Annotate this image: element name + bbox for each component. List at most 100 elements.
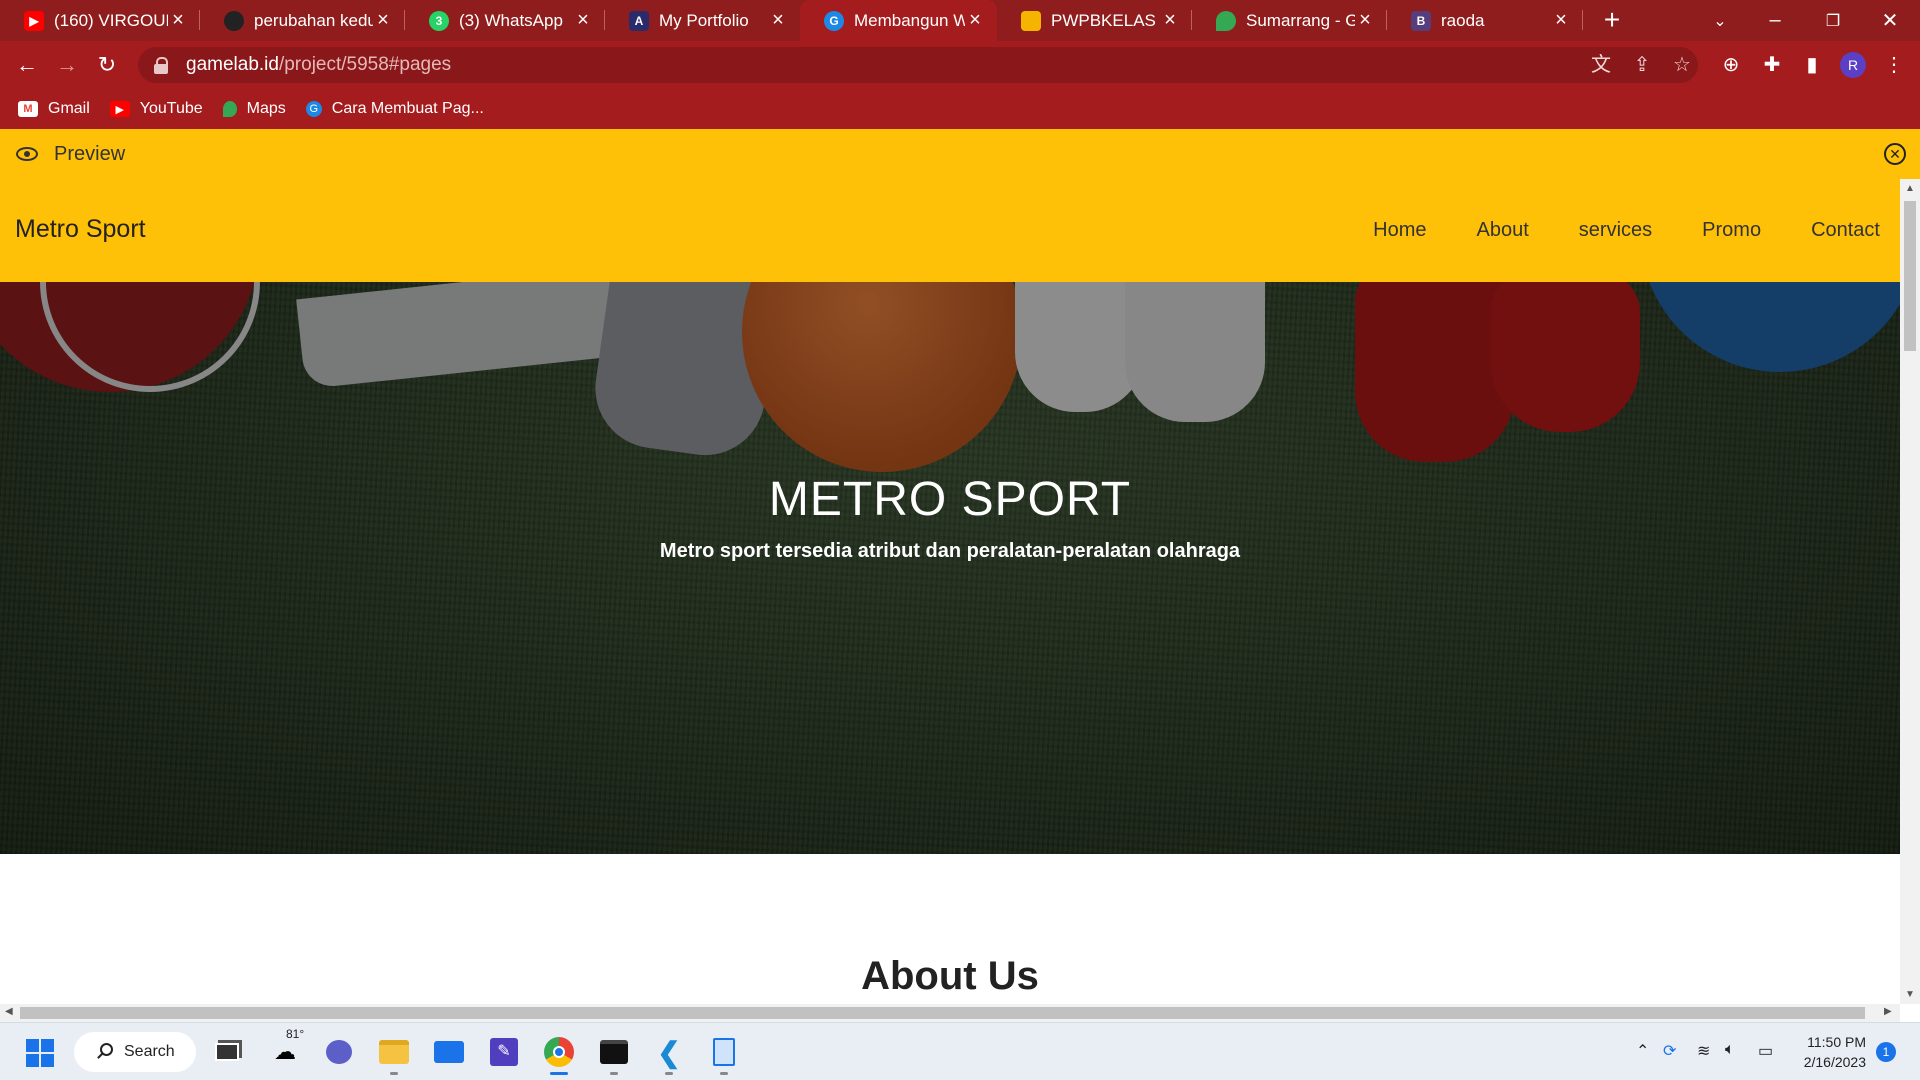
browser-tab-active[interactable]: G Membangun Wel × [800,0,997,41]
browser-tab-strip: ▶ (160) VIRGOUN - × perubahan kedua × 3 … [0,0,1920,41]
about-section: About Us [0,854,1900,1004]
nav-link-promo[interactable]: Promo [1702,219,1761,242]
kebab-menu-icon[interactable]: ⋮ [1878,49,1910,81]
puzzle-extensions-icon[interactable]: ✚ [1756,49,1788,81]
notepad-icon[interactable] [707,1035,741,1075]
site-brand[interactable]: Metro Sport [15,215,146,244]
tab-title: Sumarrang - Goo [1246,10,1355,30]
mail-icon[interactable] [432,1035,466,1069]
profile-avatar[interactable]: R [1840,52,1866,78]
vertical-scrollbar[interactable]: ▲ ▼ [1900,179,1920,1004]
preview-bar: Preview ✕ [0,129,1920,179]
youtube-icon: ▶ [109,101,130,117]
bookmark-star-icon[interactable]: ☆ [1667,50,1697,80]
tab-search-icon[interactable]: ⌄ [1690,0,1750,41]
search-label: Search [124,1043,175,1060]
weather-icon[interactable]: ☁ 81° [268,1027,304,1069]
nav-link-about[interactable]: About [1477,219,1529,242]
forward-arrow-icon[interactable]: → [51,49,83,81]
close-icon[interactable]: × [573,9,593,32]
close-preview-icon[interactable]: ✕ [1884,143,1906,165]
nav-link-contact[interactable]: Contact [1811,219,1880,242]
preview-label: Preview [54,142,126,165]
site-navbar: Metro Sport Home About services Promo Co… [0,179,1900,282]
browser-tab[interactable]: ▶ (160) VIRGOUN - × [0,0,200,41]
back-arrow-icon[interactable]: ← [11,49,43,81]
taskbar-search[interactable]: Search [74,1032,196,1072]
browser-tab[interactable]: PWPBKELAS XII R × [997,0,1192,41]
clock-time: 11:50 PM [1807,1034,1866,1050]
reload-icon[interactable]: ↻ [91,49,123,81]
browser-toolbar: ← → ↻ gamelab.id/project/5958#pages 文 ⇪ … [0,41,1920,89]
horizontal-scrollbar[interactable]: ◀ ▶ [0,1004,1900,1022]
teams-chat-icon[interactable] [322,1035,356,1069]
share-icon[interactable]: ⇪ [1627,50,1657,80]
restore-button[interactable]: ❐ [1803,0,1863,41]
browser-tab[interactable]: A My Portfolio × [605,0,800,41]
task-view-icon[interactable] [210,1035,244,1069]
close-icon[interactable]: × [373,9,393,32]
wifi-icon[interactable]: ≋ [1697,1041,1710,1061]
address-bar[interactable]: gamelab.id/project/5958#pages [138,47,1698,83]
bookmark-youtube[interactable]: ▶ YouTube [109,100,203,118]
tab-title: (160) VIRGOUN - [54,10,168,30]
sync-icon[interactable]: ⟳ [1663,1041,1676,1061]
bookmark-label: Gmail [48,100,90,117]
bookmark-label: YouTube [139,100,203,117]
tab-title: My Portfolio [659,10,749,30]
file-explorer-icon[interactable] [377,1035,411,1075]
browser-tab[interactable]: B raoda × [1387,0,1583,41]
vscode-icon[interactable]: ❮ [652,1035,686,1075]
close-icon[interactable]: × [1160,9,1180,32]
nav-link-home[interactable]: Home [1373,219,1426,242]
windows-start-icon[interactable] [26,1039,54,1067]
url-domain: gamelab.id [186,54,279,75]
lock-icon[interactable] [154,57,168,74]
tab-title: PWPBKELAS XII R [1051,10,1160,30]
tab-title: perubahan kedua [254,10,373,30]
extension-plus-icon[interactable]: ⊕ [1715,49,1747,81]
volume-icon[interactable]: 🔈︎ [1725,1041,1735,1059]
translate-icon[interactable]: 文 [1586,50,1616,80]
scroll-up-icon[interactable]: ▲ [1905,183,1915,194]
tab-title: Membangun Wel [854,10,965,30]
scroll-left-icon[interactable]: ◀ [5,1006,13,1017]
nav-link-services[interactable]: services [1579,219,1652,242]
close-icon[interactable]: × [168,9,188,32]
bookmarks-bar: M Gmail ▶ YouTube Maps G Cara Membuat Pa… [0,89,1920,129]
vs-ide-icon[interactable]: ✎ [487,1035,521,1069]
browser-tab[interactable]: perubahan kedua × [200,0,405,41]
notification-badge[interactable]: 1 [1876,1042,1896,1062]
tab-title: (3) WhatsApp [459,10,563,30]
url-path: /project/5958#pages [278,54,452,75]
minimize-button[interactable]: – [1745,0,1805,41]
angular-icon: A [629,10,649,31]
terminal-icon[interactable] [597,1035,631,1075]
system-clock[interactable]: 11:50 PM 2/16/2023 [1794,1032,1866,1072]
site-menu: Home About services Promo Contact [1323,219,1880,242]
close-window-button[interactable]: ✕ [1860,0,1920,41]
close-icon[interactable]: × [965,9,985,32]
tab-title: raoda [1441,10,1485,30]
bookmark-gmail[interactable]: M Gmail [18,100,90,118]
close-icon[interactable]: × [768,9,788,32]
close-icon[interactable]: × [1551,9,1571,32]
side-panel-icon[interactable]: ▮ [1796,49,1828,81]
scrollbar-thumb[interactable] [1904,201,1916,351]
show-hidden-icons-icon[interactable]: ⌃ [1636,1041,1649,1061]
scroll-down-icon[interactable]: ▼ [1905,989,1915,1000]
scroll-right-icon[interactable]: ▶ [1884,1006,1892,1017]
close-icon[interactable]: × [1355,9,1375,32]
bookmark-cara-membuat[interactable]: G Cara Membuat Pag... [305,100,484,118]
battery-icon[interactable]: ▭ [1758,1041,1773,1061]
browser-tab[interactable]: 3 (3) WhatsApp × [405,0,605,41]
screen: ▶ (160) VIRGOUN - × perubahan kedua × 3 … [0,0,1920,1080]
hero-subtitle: Metro sport tersedia atribut dan peralat… [659,540,1241,562]
search-icon [100,1043,113,1056]
browser-tab[interactable]: Sumarrang - Goo × [1192,0,1387,41]
bookmark-label: Maps [246,100,286,117]
chrome-icon[interactable] [542,1035,576,1075]
scrollbar-thumb[interactable] [20,1007,1865,1019]
bookmark-maps[interactable]: Maps [222,100,286,118]
new-tab-button[interactable]: + [1596,4,1628,36]
